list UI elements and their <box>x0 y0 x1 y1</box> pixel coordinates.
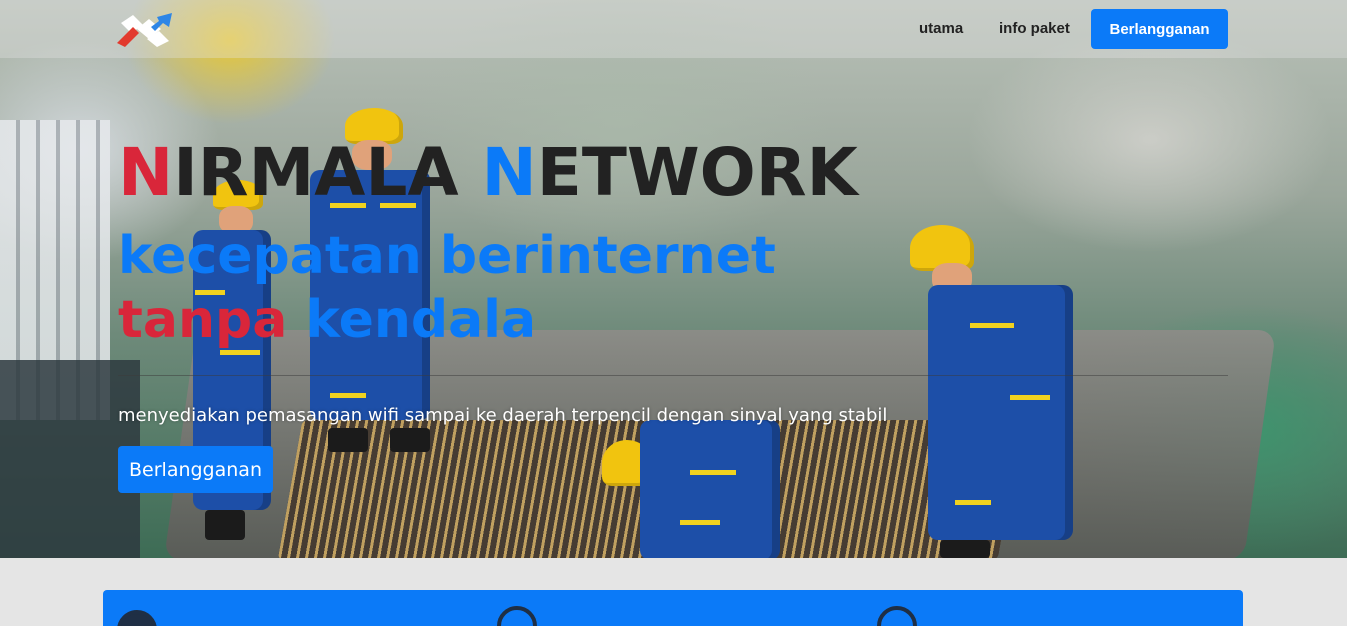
tagline-line-2: tanpa kendala <box>118 288 776 352</box>
tagline-red-word: tanpa <box>118 290 288 350</box>
github-icon <box>497 606 537 626</box>
hero-tagline: kecepatan berinternet tanpa kendala <box>118 224 776 352</box>
title-part: IRMALA <box>173 134 482 211</box>
tagline-line-1: kecepatan berinternet <box>118 226 776 286</box>
speedometer-icon <box>877 606 917 626</box>
hero-description: menyediakan pemasangan wifi sampai ke da… <box>118 405 888 426</box>
nav-link-info-paket[interactable]: info paket <box>999 20 1070 37</box>
title-part: ETWORK <box>536 134 858 211</box>
title-letter-n: N <box>481 134 537 211</box>
worker-figure <box>600 420 785 558</box>
navbar: utama info paket Berlangganan <box>0 0 1347 58</box>
nav-link-utama[interactable]: utama <box>919 20 963 37</box>
brand-logo-icon[interactable] <box>117 13 173 47</box>
features-band <box>103 590 1243 626</box>
cloud-icon <box>117 610 157 626</box>
title-letter-n: N <box>118 134 174 211</box>
subscribe-hero-button[interactable]: Berlangganan <box>118 446 273 493</box>
hero-title: NIRMALA NETWORK <box>118 134 858 212</box>
divider <box>118 375 1228 376</box>
tagline-blue-word: kendala <box>287 290 537 350</box>
subscribe-nav-button[interactable]: Berlangganan <box>1091 9 1228 49</box>
worker-figure <box>910 225 1080 558</box>
